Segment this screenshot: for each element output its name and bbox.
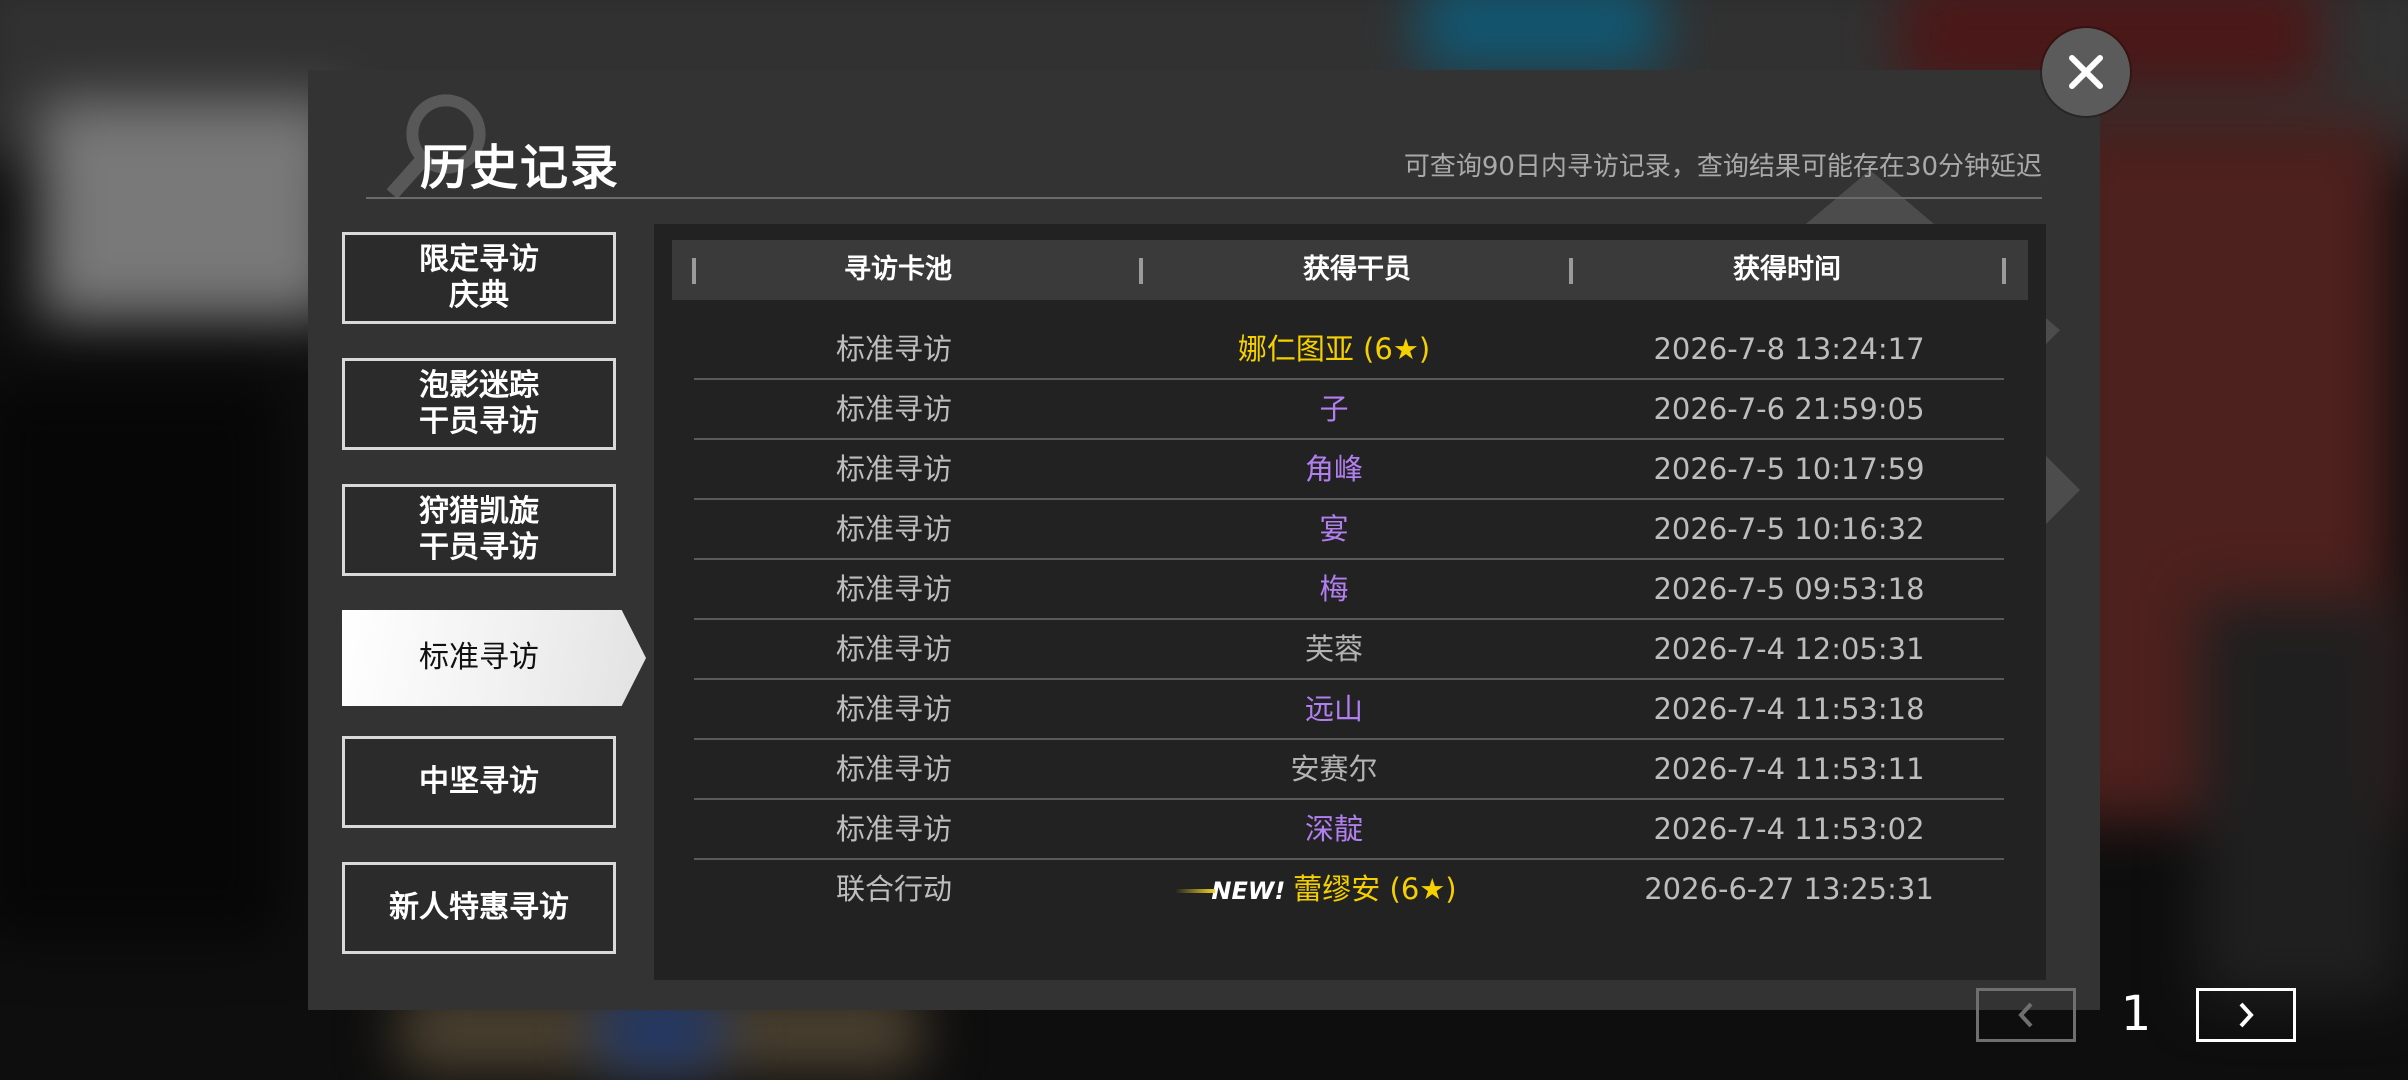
- operator-name: 梅: [1319, 572, 1349, 606]
- operator-cell: 角峰: [1094, 440, 1574, 498]
- next-page-button[interactable]: [2196, 988, 2296, 1042]
- operator-name: 蕾缪安 (6★): [1293, 872, 1457, 906]
- header-separator: [2002, 258, 2006, 284]
- pool-cell: 标准寻访: [835, 332, 952, 366]
- tab-label: 新人特惠寻访: [389, 890, 569, 925]
- pool-cell: 标准寻访: [835, 392, 952, 426]
- page-number: 1: [2120, 986, 2152, 1042]
- operator-cell: 远山: [1094, 680, 1574, 738]
- operator-name: 娜仁图亚 (6★): [1237, 332, 1431, 366]
- tab-kernel[interactable]: 中坚寻访: [342, 736, 616, 828]
- prev-page-button[interactable]: [1976, 988, 2076, 1042]
- table-header: 寻访卡池 获得干员 获得时间: [672, 240, 2028, 300]
- table-row: 标准寻访 远山 2026-7-4 11:53:18: [694, 680, 2004, 740]
- time-cell: 2026-7-4 11:53:11: [1653, 752, 1925, 786]
- chevron-right-icon: [2239, 1002, 2254, 1028]
- table-row: 标准寻访 宴 2026-7-5 10:16:32: [694, 500, 2004, 560]
- close-button[interactable]: [2042, 28, 2130, 116]
- operator-name: 角峰: [1304, 452, 1363, 486]
- tab-limited-celebration[interactable]: 限定寻访 庆典: [342, 232, 616, 324]
- table-body: 标准寻访 娜仁图亚 (6★) 2026-7-8 13:24:17 标准寻访子 2026-…: [694, 320, 2004, 920]
- pool-cell: 标准寻访: [835, 452, 952, 486]
- pool-cell: 标准寻访: [835, 572, 952, 606]
- table-row: 标准寻访 深靛 2026-7-4 11:53:02: [694, 800, 2004, 860]
- title-divider: [366, 197, 2042, 199]
- operator-name: 安赛尔: [1290, 752, 1378, 786]
- operator-cell: 梅: [1094, 560, 1574, 618]
- header-time: 获得时间: [1733, 254, 1841, 285]
- operator-name: 深靛: [1304, 812, 1363, 846]
- operator-cell: 娜仁图亚 (6★): [1094, 320, 1574, 378]
- time-cell: 2026-7-8 13:24:17: [1653, 332, 1925, 366]
- pool-cell: 标准寻访: [835, 512, 952, 546]
- pool-cell: 标准寻访: [835, 632, 952, 666]
- tab-label: 中坚寻访: [419, 764, 539, 799]
- history-dialog: 历史记录 可查询90日内寻访记录，查询结果可能存在30分钟延迟 限定寻访 庆典 …: [308, 70, 2296, 1042]
- operator-name: 芙蓉: [1304, 632, 1363, 666]
- close-icon: [2069, 55, 2103, 89]
- pool-cell: 标准寻访: [835, 692, 952, 726]
- tab-bubble-trace[interactable]: 泡影迷踪 干员寻访: [342, 358, 616, 450]
- history-table: 寻访卡池 获得干员 获得时间 标准寻访 娜仁图亚 (6★) 2026-7-8 13:…: [654, 224, 2046, 980]
- pool-cell: 标准寻访: [835, 812, 952, 846]
- chevron-left-icon: [2018, 1002, 2033, 1028]
- operator-cell: 深靛: [1094, 800, 1574, 858]
- table-row: 标准寻访 角峰 2026-7-5 10:17:59: [694, 440, 2004, 500]
- pool-cell: 联合行动: [835, 872, 952, 906]
- tab-label: 狩猎凯旋 干员寻访: [419, 494, 539, 565]
- tab-standard[interactable]: 标准寻访: [342, 610, 646, 706]
- operator-cell: 芙蓉: [1094, 620, 1574, 678]
- table-row: 标准寻访 芙蓉 2026-7-4 12:05:31: [694, 620, 2004, 680]
- tab-label: 标准寻访: [419, 640, 539, 675]
- table-row: 标准寻访 娜仁图亚 (6★) 2026-7-8 13:24:17: [694, 320, 2004, 380]
- operator-cell: 子: [1094, 380, 1574, 438]
- new-badge: NEW!: [1211, 862, 1285, 920]
- tab-hunt-triumph[interactable]: 狩猎凯旋 干员寻访: [342, 484, 616, 576]
- operator-name: 子: [1319, 392, 1349, 426]
- time-cell: 2026-7-5 09:53:18: [1653, 572, 1925, 606]
- operator-name: 远山: [1304, 692, 1363, 726]
- time-cell: 2026-7-5 10:16:32: [1653, 512, 1925, 546]
- time-cell: 2026-7-4 11:53:18: [1653, 692, 1925, 726]
- tab-label: 限定寻访 庆典: [419, 242, 539, 313]
- table-row: 标准寻访 梅 2026-7-5 09:53:18: [694, 560, 2004, 620]
- time-cell: 2026-7-5 10:17:59: [1653, 452, 1925, 486]
- tab-newbie[interactable]: 新人特惠寻访: [342, 862, 616, 954]
- header-operator: 获得干员: [1303, 254, 1411, 285]
- table-row: 标准寻访 子 2026-7-6 21:59:05: [694, 380, 2004, 440]
- time-cell: 2026-6-27 13:25:31: [1644, 872, 1934, 906]
- operator-cell: 宴: [1094, 500, 1574, 558]
- page-title: 历史记录: [420, 140, 621, 196]
- operator-cell: NEW! 蕾缪安 (6★): [1094, 860, 1574, 918]
- time-cell: 2026-7-6 21:59:05: [1653, 392, 1925, 426]
- table-row: 联合行动 NEW! 蕾缪安 (6★) 2026-6-27 13:25:31: [694, 860, 2004, 920]
- time-cell: 2026-7-4 12:05:31: [1653, 632, 1925, 666]
- tab-label: 泡影迷踪 干员寻访: [419, 368, 539, 439]
- pool-cell: 标准寻访: [835, 752, 952, 786]
- operator-cell: 安赛尔: [1094, 740, 1574, 798]
- header-pool: 寻访卡池: [844, 254, 952, 285]
- table-row: 标准寻访 安赛尔 2026-7-4 11:53:11: [694, 740, 2004, 800]
- operator-name: 宴: [1319, 512, 1349, 546]
- time-cell: 2026-7-4 11:53:02: [1653, 812, 1925, 846]
- query-note: 可查询90日内寻访记录，查询结果可能存在30分钟延迟: [1403, 152, 2042, 182]
